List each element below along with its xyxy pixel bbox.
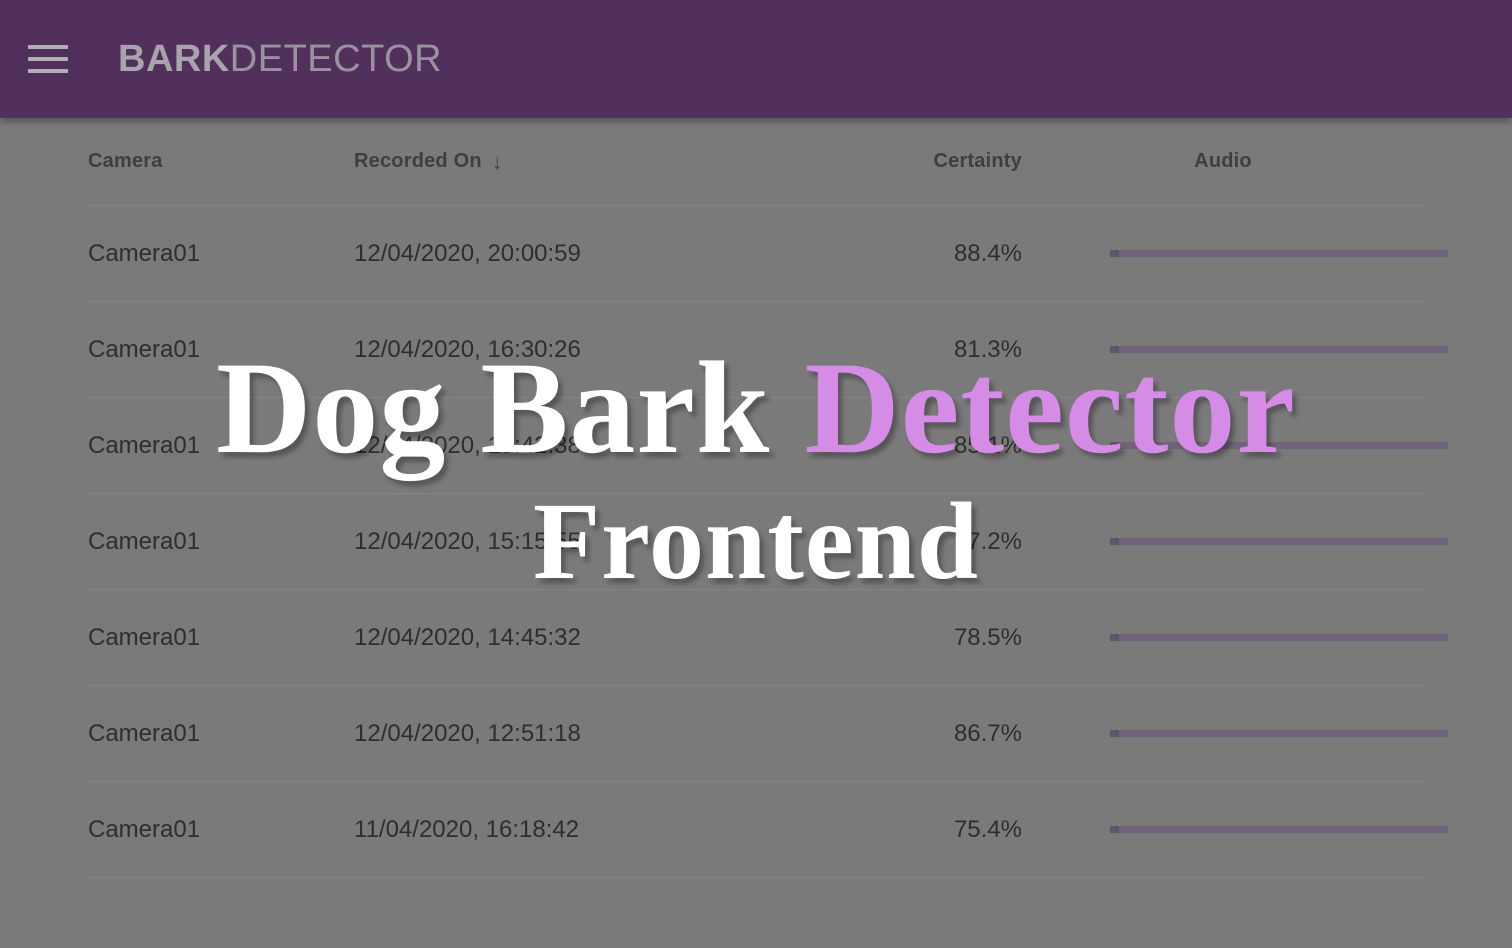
audio-player-bar[interactable] [1110, 442, 1448, 449]
cell-audio[interactable] [1022, 730, 1448, 737]
cell-recorded-on: 11/04/2020, 16:18:42 [354, 815, 580, 843]
cell-recorded-on: 12/04/2020, 14:45:32 [354, 623, 581, 651]
audio-player-bar[interactable] [1110, 826, 1448, 833]
cell-recorded-on: 12/04/2020, 20:00:59 [354, 239, 581, 267]
sort-descending-icon[interactable]: ↓ [492, 151, 503, 173]
audio-player-bar[interactable] [1110, 634, 1448, 641]
app-bar: BARKDETECTOR [0, 0, 1512, 118]
table-row[interactable]: Camera01 12/04/2020, 15:42:38 85.1% [88, 398, 1448, 494]
cell-camera: Camera01 [88, 335, 201, 363]
cell-audio[interactable] [1022, 250, 1448, 257]
table-row[interactable]: Camera01 12/04/2020, 14:45:32 78.5% [88, 590, 1448, 686]
column-header-recorded-on-label: Recorded On [354, 150, 482, 172]
table-body: Camera01 12/04/2020, 20:00:59 88.4% Came… [88, 206, 1448, 878]
app-title: BARKDETECTOR [118, 40, 442, 78]
cell-audio[interactable] [1022, 538, 1448, 545]
cell-recorded-on: 12/04/2020, 12:51:18 [354, 719, 581, 747]
table-header-row: Camera Recorded On ↓ Certainty Audio [88, 118, 1424, 206]
cell-certainty: 77.2% [953, 527, 1022, 555]
cell-camera: Camera01 [88, 527, 201, 555]
recordings-table: Camera Recorded On ↓ Certainty Audio Came… [0, 118, 1512, 878]
hamburger-menu-icon[interactable] [26, 39, 70, 79]
table-row[interactable]: Camera01 12/04/2020, 15:15:55 77.2% [88, 494, 1448, 590]
table-row[interactable]: Camera01 12/04/2020, 20:00:59 88.4% [88, 206, 1448, 302]
hamburger-bar-1 [28, 45, 68, 49]
app-title-detector: DETECTOR [229, 38, 443, 80]
column-header-camera-label: Camera [88, 150, 163, 172]
table-row[interactable]: Camera01 12/04/2020, 16:30:26 81.3% [88, 302, 1448, 398]
cell-recorded-on: 12/04/2020, 15:42:38 [354, 431, 581, 459]
cell-certainty: 81.3% [953, 335, 1022, 363]
cell-recorded-on: 12/04/2020, 16:30:26 [354, 335, 581, 363]
table-row[interactable]: Camera01 11/04/2020, 16:18:42 75.4% [88, 782, 1448, 878]
content-area: Camera Recorded On ↓ Certainty Audio Came… [0, 118, 1512, 948]
column-header-camera[interactable]: Camera [88, 150, 354, 173]
cell-audio[interactable] [1022, 442, 1448, 449]
cell-camera: Camera01 [88, 719, 201, 747]
application-root: BARKDETECTOR Camera Recorded On ↓ Certain… [0, 0, 1512, 948]
audio-player-bar[interactable] [1110, 346, 1448, 353]
cell-certainty: 88.4% [953, 239, 1022, 267]
cell-audio[interactable] [1022, 634, 1448, 641]
cell-camera: Camera01 [88, 623, 201, 651]
cell-certainty: 78.5% [953, 623, 1022, 651]
column-header-certainty-label: Certainty [933, 150, 1022, 172]
cell-camera: Camera01 [88, 815, 201, 843]
cell-camera: Camera01 [88, 431, 201, 459]
column-header-certainty[interactable]: Certainty [884, 150, 1022, 173]
cell-audio[interactable] [1022, 826, 1448, 833]
column-header-audio[interactable]: Audio [1022, 150, 1424, 173]
cell-camera: Camera01 [88, 239, 201, 267]
table-row[interactable]: Camera01 12/04/2020, 12:51:18 86.7% [88, 686, 1448, 782]
audio-player-bar[interactable] [1110, 538, 1448, 545]
cell-certainty: 86.7% [953, 719, 1022, 747]
cell-certainty: 85.1% [953, 431, 1022, 459]
audio-player-bar[interactable] [1110, 250, 1448, 257]
app-title-bark: BARK [118, 38, 230, 80]
cell-recorded-on: 12/04/2020, 15:15:55 [354, 527, 581, 555]
column-header-recorded-on[interactable]: Recorded On ↓ [354, 150, 884, 173]
cell-audio[interactable] [1022, 346, 1448, 353]
hamburger-bar-2 [28, 57, 68, 61]
cell-certainty: 75.4% [953, 815, 1022, 843]
column-header-audio-label: Audio [1194, 150, 1252, 172]
audio-player-bar[interactable] [1110, 730, 1448, 737]
hamburger-bar-3 [28, 69, 68, 73]
